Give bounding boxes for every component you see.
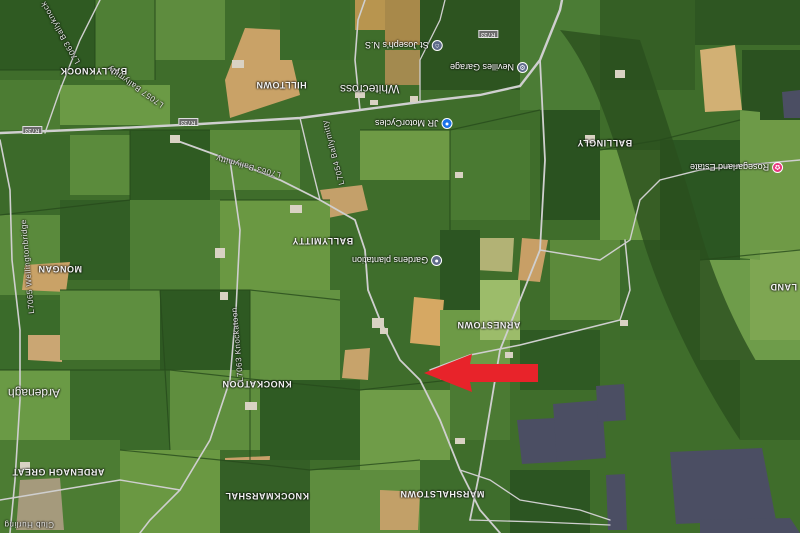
poi-gardens-plantation[interactable]: ● Gardens plantation	[352, 255, 443, 266]
red-arrow-marker	[424, 354, 538, 392]
label-knockatoon: KNOCKATOON	[222, 379, 292, 389]
label-knockmarshal: KNOCKMARSHAL	[225, 491, 309, 501]
label-ardenagh-great: ARDENAGH GREAT	[12, 467, 105, 477]
poi-rosegarland-estate[interactable]: ✿ Rosegarland Estate	[690, 162, 784, 173]
poi-label: Rosegarland Estate	[690, 162, 770, 173]
poi-label: Gardens plantation	[352, 255, 429, 266]
poi-label: JR MotorCycles	[375, 118, 439, 129]
road-shield-r733-north: R733	[478, 30, 499, 38]
label-mongan: MONGAN	[38, 264, 82, 274]
label-hilltown: HILLTOWN	[256, 80, 307, 90]
label-land-edge: LAND	[770, 282, 797, 292]
label-ballymitty: BALLYMITTY	[292, 236, 354, 246]
label-arnestown: ARNESTOWN	[457, 320, 521, 330]
pin-icon: ●	[431, 255, 443, 266]
poi-st-josephs-ns[interactable]: ⌂ St Joseph's N.S	[365, 40, 443, 51]
label-marshalstown: MARSHALSTOWN	[400, 489, 485, 499]
poi-nevilles-garage[interactable]: ⚙ Nevilles Garage	[450, 62, 529, 73]
poi-jr-motorcycles[interactable]: ● JR MotorCycles	[375, 118, 453, 129]
road-shield-r733-west: R733	[22, 126, 43, 134]
credit-label: Club Hurling	[4, 520, 55, 529]
shop-icon: ●	[441, 118, 453, 129]
poi-label: Nevilles Garage	[450, 62, 515, 73]
road-shield-r733-mid: R733	[178, 118, 199, 126]
label-ballingly: BALLINGLY	[577, 138, 633, 148]
label-ardenagh: Ardenagh	[8, 386, 61, 400]
label-whitecross: Whitecross	[340, 82, 400, 96]
garage-icon: ⚙	[517, 62, 529, 73]
school-icon: ⌂	[431, 40, 443, 51]
poi-label: St Joseph's N.S	[365, 40, 429, 51]
estate-icon: ✿	[772, 162, 784, 173]
satellite-map[interactable]: BALLYKNOCK HILLTOWN Whitecross BALLINGLY…	[0, 0, 800, 533]
